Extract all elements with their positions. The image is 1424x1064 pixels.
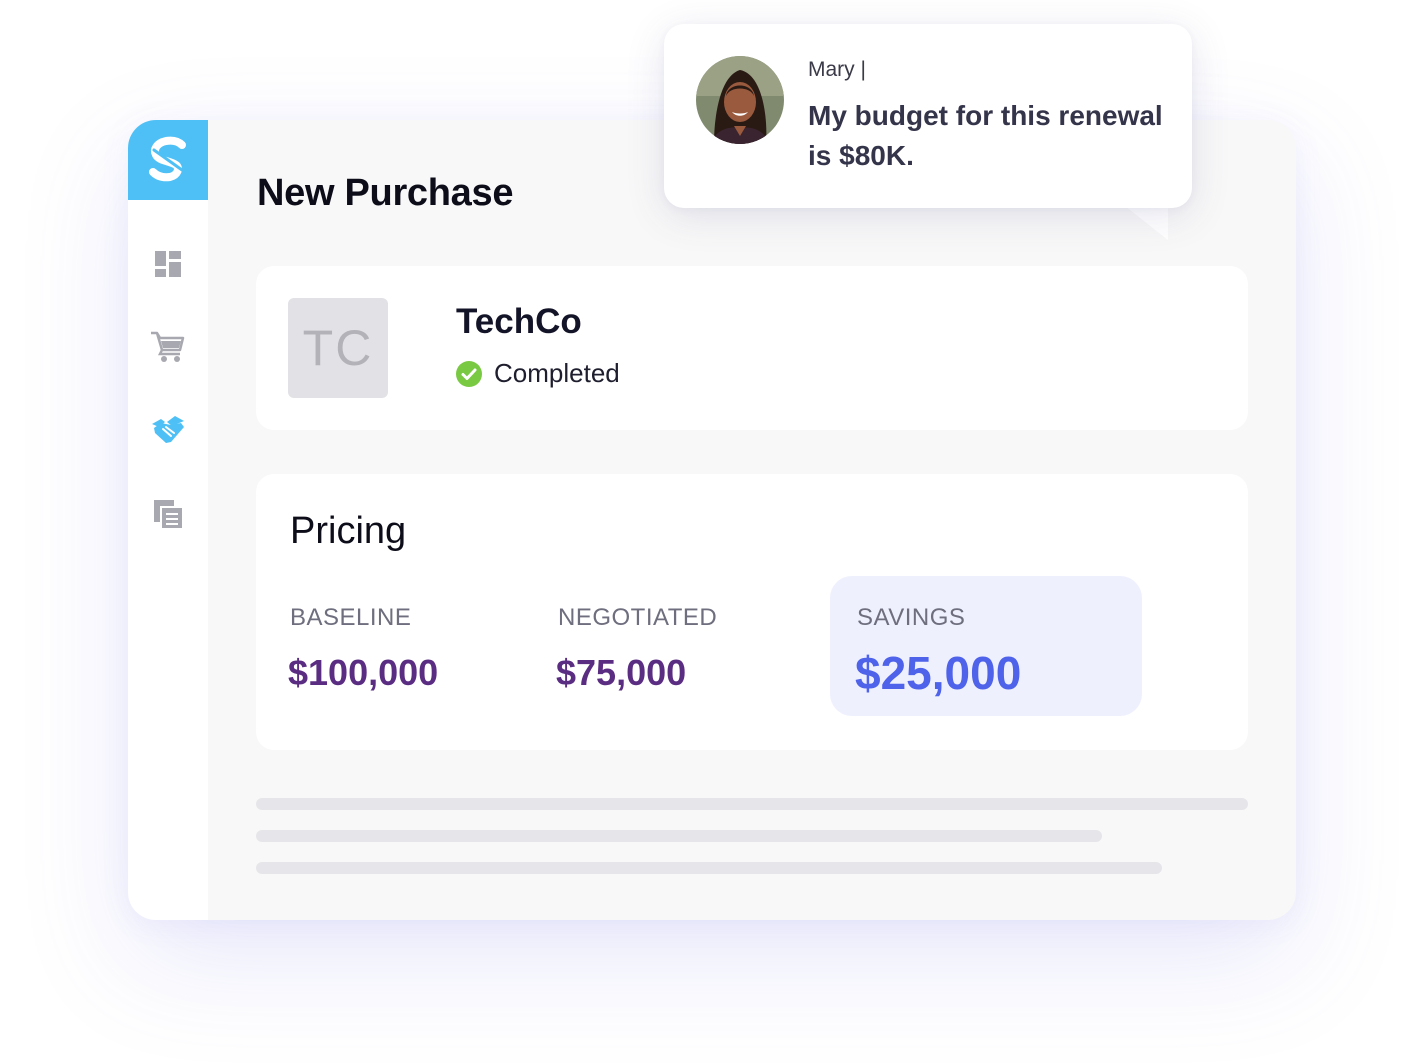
savings-label: SAVINGS (857, 604, 966, 631)
chat-sender-name: Mary | (808, 58, 866, 81)
sidebar-item-negotiations[interactable] (150, 412, 186, 448)
status-badge: Completed (456, 358, 620, 389)
sidebar-item-documents[interactable] (150, 496, 186, 532)
pricing-title: Pricing (290, 510, 407, 552)
app-logo[interactable] (128, 120, 208, 200)
logo-s-icon (149, 136, 186, 182)
chat-message: My budget for this renewal is $80K. (808, 100, 1163, 171)
page-title: New Purchase (257, 172, 514, 214)
skeleton-line (256, 830, 1102, 842)
vendor-avatar: TC (288, 298, 388, 398)
skeleton-line (256, 862, 1162, 874)
vendor-name: TechCo (456, 302, 582, 341)
status-text: Completed (494, 358, 620, 388)
person-photo-icon (696, 56, 784, 144)
dashboard-icon (155, 251, 181, 277)
savings-value: $25,000 (855, 647, 1022, 699)
cart-icon (151, 331, 185, 362)
savings-highlight: SAVINGS $25,000 (830, 576, 1142, 716)
sidebar-item-purchases[interactable] (150, 328, 186, 364)
sidebar (128, 120, 208, 920)
baseline-label: BASELINE (290, 604, 412, 631)
negotiated-value: $75,000 (556, 652, 687, 693)
documents-icon (154, 500, 182, 528)
stage: New Purchase TC TechCo Completed Pricing… (0, 0, 1424, 1064)
check-circle-icon (456, 360, 482, 387)
baseline-value: $100,000 (288, 652, 439, 693)
skeleton-line (256, 798, 1248, 810)
handshake-icon (152, 416, 184, 443)
chat-bubble: Mary | My budget for this renewal is $80… (664, 24, 1192, 208)
pricing-card: Pricing BASELINE $100,000 NEGOTIATED $75… (256, 474, 1248, 750)
vendor-card[interactable]: TC TechCo Completed (256, 266, 1248, 430)
sidebar-item-dashboard[interactable] (150, 246, 186, 282)
negotiated-label: NEGOTIATED (558, 604, 718, 631)
avatar (696, 56, 784, 144)
